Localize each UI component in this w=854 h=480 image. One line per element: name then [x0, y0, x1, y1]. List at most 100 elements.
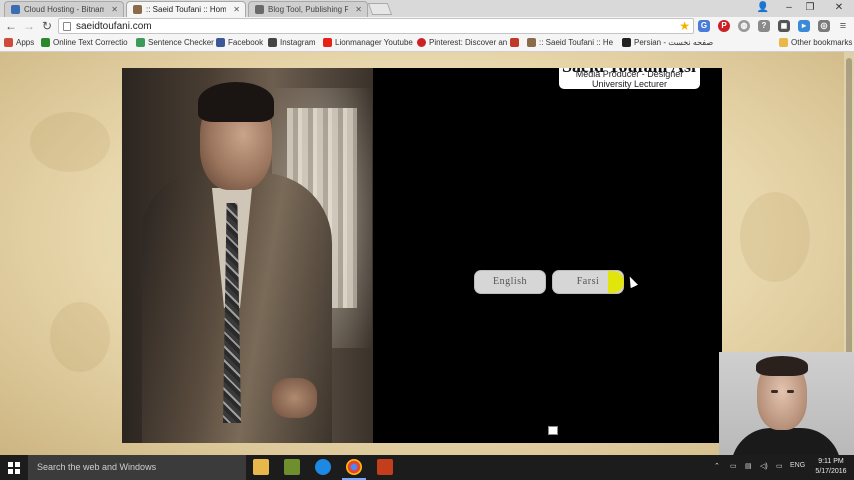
clock-date: 5/17/2016: [815, 468, 847, 475]
tab-cloud-hosting[interactable]: Cloud Hosting - Bitnami ✕: [4, 1, 124, 17]
bookmark-label: :: Saeid Toufani :: He: [539, 38, 614, 47]
volume-icon[interactable]: ◁): [760, 462, 768, 470]
bookmark-saeid-toufani[interactable]: :: Saeid Toufani :: He: [527, 38, 613, 47]
hand: [272, 378, 317, 418]
site-favicon-icon: [527, 38, 536, 47]
tray-chevron-icon[interactable]: ⌃: [714, 462, 720, 470]
bookmark-persian[interactable]: Persian - صفحه نخست: [622, 38, 713, 47]
bookmark-label: Other bookmarks: [791, 38, 853, 47]
windows-start-icon[interactable]: [8, 462, 20, 474]
tab-title: Blog Tool, Publishing Platf: [268, 5, 348, 14]
bookmark-label: Facebook: [228, 38, 264, 47]
site-subtitle: Media Producer - Designer University Lec…: [559, 69, 700, 89]
scrollbar-thumb[interactable]: [846, 58, 852, 358]
bookmark-facebook[interactable]: Facebook: [216, 38, 263, 47]
bookmark-label: Lionmanager Youtube: [335, 38, 413, 47]
webcam-shirt: [731, 428, 841, 455]
english-button[interactable]: English: [474, 270, 546, 294]
windows-taskbar: Search the web and Windows ⌃ ▭ ▤ ◁) ▭ EN…: [0, 455, 854, 480]
bookmark-label: Sentence Checker: [148, 38, 214, 47]
browser-e-icon[interactable]: [315, 459, 331, 475]
new-tab-button[interactable]: [367, 3, 393, 15]
hero-stage: Saeid Toufani Asl Media Producer - Desig…: [122, 68, 722, 443]
user-profile-icon[interactable]: 👤: [756, 2, 770, 13]
pinterest-icon: [417, 38, 426, 47]
extension-question-icon[interactable]: ?: [758, 20, 770, 32]
store-icon[interactable]: [284, 459, 300, 475]
language-indicator[interactable]: ENG: [790, 462, 805, 469]
bookmark-instagram[interactable]: Instagram: [268, 38, 316, 47]
powerpoint-icon[interactable]: [377, 459, 393, 475]
bookmark-label: Persian - صفحه نخست: [634, 38, 714, 47]
mouse-cursor-icon: [626, 274, 638, 289]
red-bookmark-icon: [510, 38, 519, 47]
minimize-button[interactable]: –: [782, 2, 796, 13]
tab-title: :: Saeid Toufani :: Home: [146, 5, 226, 14]
extension-blue-icon[interactable]: ▸: [798, 20, 810, 32]
url-text[interactable]: saeidtoufani.com: [76, 21, 152, 32]
network-icon[interactable]: ▤: [745, 462, 752, 470]
close-icon[interactable]: ✕: [233, 5, 240, 14]
bookmark-sentence-checker[interactable]: Sentence Checker: [136, 38, 214, 47]
instagram-icon: [268, 38, 277, 47]
bookmark-online-text-correction[interactable]: Online Text Correctio: [41, 38, 128, 47]
youtube-icon: [323, 38, 332, 47]
tab-title: Cloud Hosting - Bitnami: [24, 5, 104, 14]
extension-globe-icon[interactable]: ◍: [738, 20, 750, 32]
chrome-menu-icon[interactable]: ≡: [836, 19, 850, 33]
search-placeholder: Search the web and Windows: [37, 462, 157, 472]
chrome-icon[interactable]: [346, 459, 362, 475]
bookmark-lionmanager-youtube[interactable]: Lionmanager Youtube: [323, 38, 413, 47]
hair: [198, 82, 274, 122]
tray-app-icon[interactable]: ▭: [730, 462, 737, 470]
bookmark-pinterest[interactable]: Pinterest: Discover an: [417, 38, 507, 47]
facebook-icon: [216, 38, 225, 47]
parchment-texture: [50, 302, 110, 372]
stats-counter-icon[interactable]: [548, 426, 558, 435]
close-icon[interactable]: ✕: [111, 5, 118, 14]
system-clock[interactable]: 9:11 PM 5/17/2016: [812, 457, 850, 477]
page-icon: [63, 22, 71, 31]
bitnami-favicon-icon: [11, 5, 20, 14]
close-window-button[interactable]: ✕: [832, 2, 846, 13]
webcam-eye: [787, 390, 794, 393]
extension-dark-icon[interactable]: ◼: [778, 20, 790, 32]
parchment-texture: [30, 112, 110, 172]
subtitle-line-2: University Lecturer: [591, 79, 668, 89]
tab-blog-tool[interactable]: Blog Tool, Publishing Platf ✕: [248, 1, 368, 17]
tab-saeid-toufani-home[interactable]: :: Saeid Toufani :: Home ✕: [126, 1, 246, 17]
site-favicon-icon: [133, 5, 142, 14]
bookmark-red-square[interactable]: [510, 38, 519, 47]
translate-extension-icon[interactable]: G: [698, 20, 710, 32]
webcam-eye: [771, 390, 778, 393]
webcam-overlay: [719, 352, 854, 455]
bookmark-apps[interactable]: Apps: [4, 38, 34, 47]
battery-icon[interactable]: ▭: [776, 462, 783, 470]
extension-gray-icon[interactable]: ◎: [818, 20, 830, 32]
bookmark-label: Instagram: [280, 38, 316, 47]
taskbar-search-box[interactable]: Search the web and Windows: [28, 455, 246, 480]
browser-tab-strip: Cloud Hosting - Bitnami ✕ :: Saeid Toufa…: [0, 0, 854, 17]
forward-arrow-icon[interactable]: →: [22, 19, 36, 33]
address-bar[interactable]: saeidtoufani.com ★: [58, 18, 694, 34]
portrait-photo: [122, 68, 373, 443]
wordpress-favicon-icon: [255, 5, 264, 14]
webcam-hair: [756, 356, 808, 376]
bookmarks-bar: Apps Online Text Correctio Sentence Chec…: [0, 36, 854, 52]
back-arrow-icon[interactable]: ←: [4, 19, 18, 33]
file-explorer-icon[interactable]: [253, 459, 269, 475]
bookmark-label: Apps: [16, 38, 35, 47]
persian-site-icon: [622, 38, 631, 47]
apps-grid-icon: [4, 38, 13, 47]
sentence-checker-icon: [136, 38, 145, 47]
folder-icon: [779, 38, 788, 47]
bookmark-label: Online Text Correctio: [53, 38, 128, 47]
bookmark-label: Pinterest: Discover an: [429, 38, 508, 47]
reload-icon[interactable]: ↻: [40, 19, 54, 33]
clock-time: 9:11 PM: [818, 458, 844, 465]
close-icon[interactable]: ✕: [355, 5, 362, 14]
bookmark-star-icon[interactable]: ★: [679, 19, 690, 33]
other-bookmarks[interactable]: Other bookmarks: [779, 38, 852, 47]
maximize-button[interactable]: ❐: [803, 2, 817, 13]
pinterest-extension-icon[interactable]: P: [718, 20, 730, 32]
